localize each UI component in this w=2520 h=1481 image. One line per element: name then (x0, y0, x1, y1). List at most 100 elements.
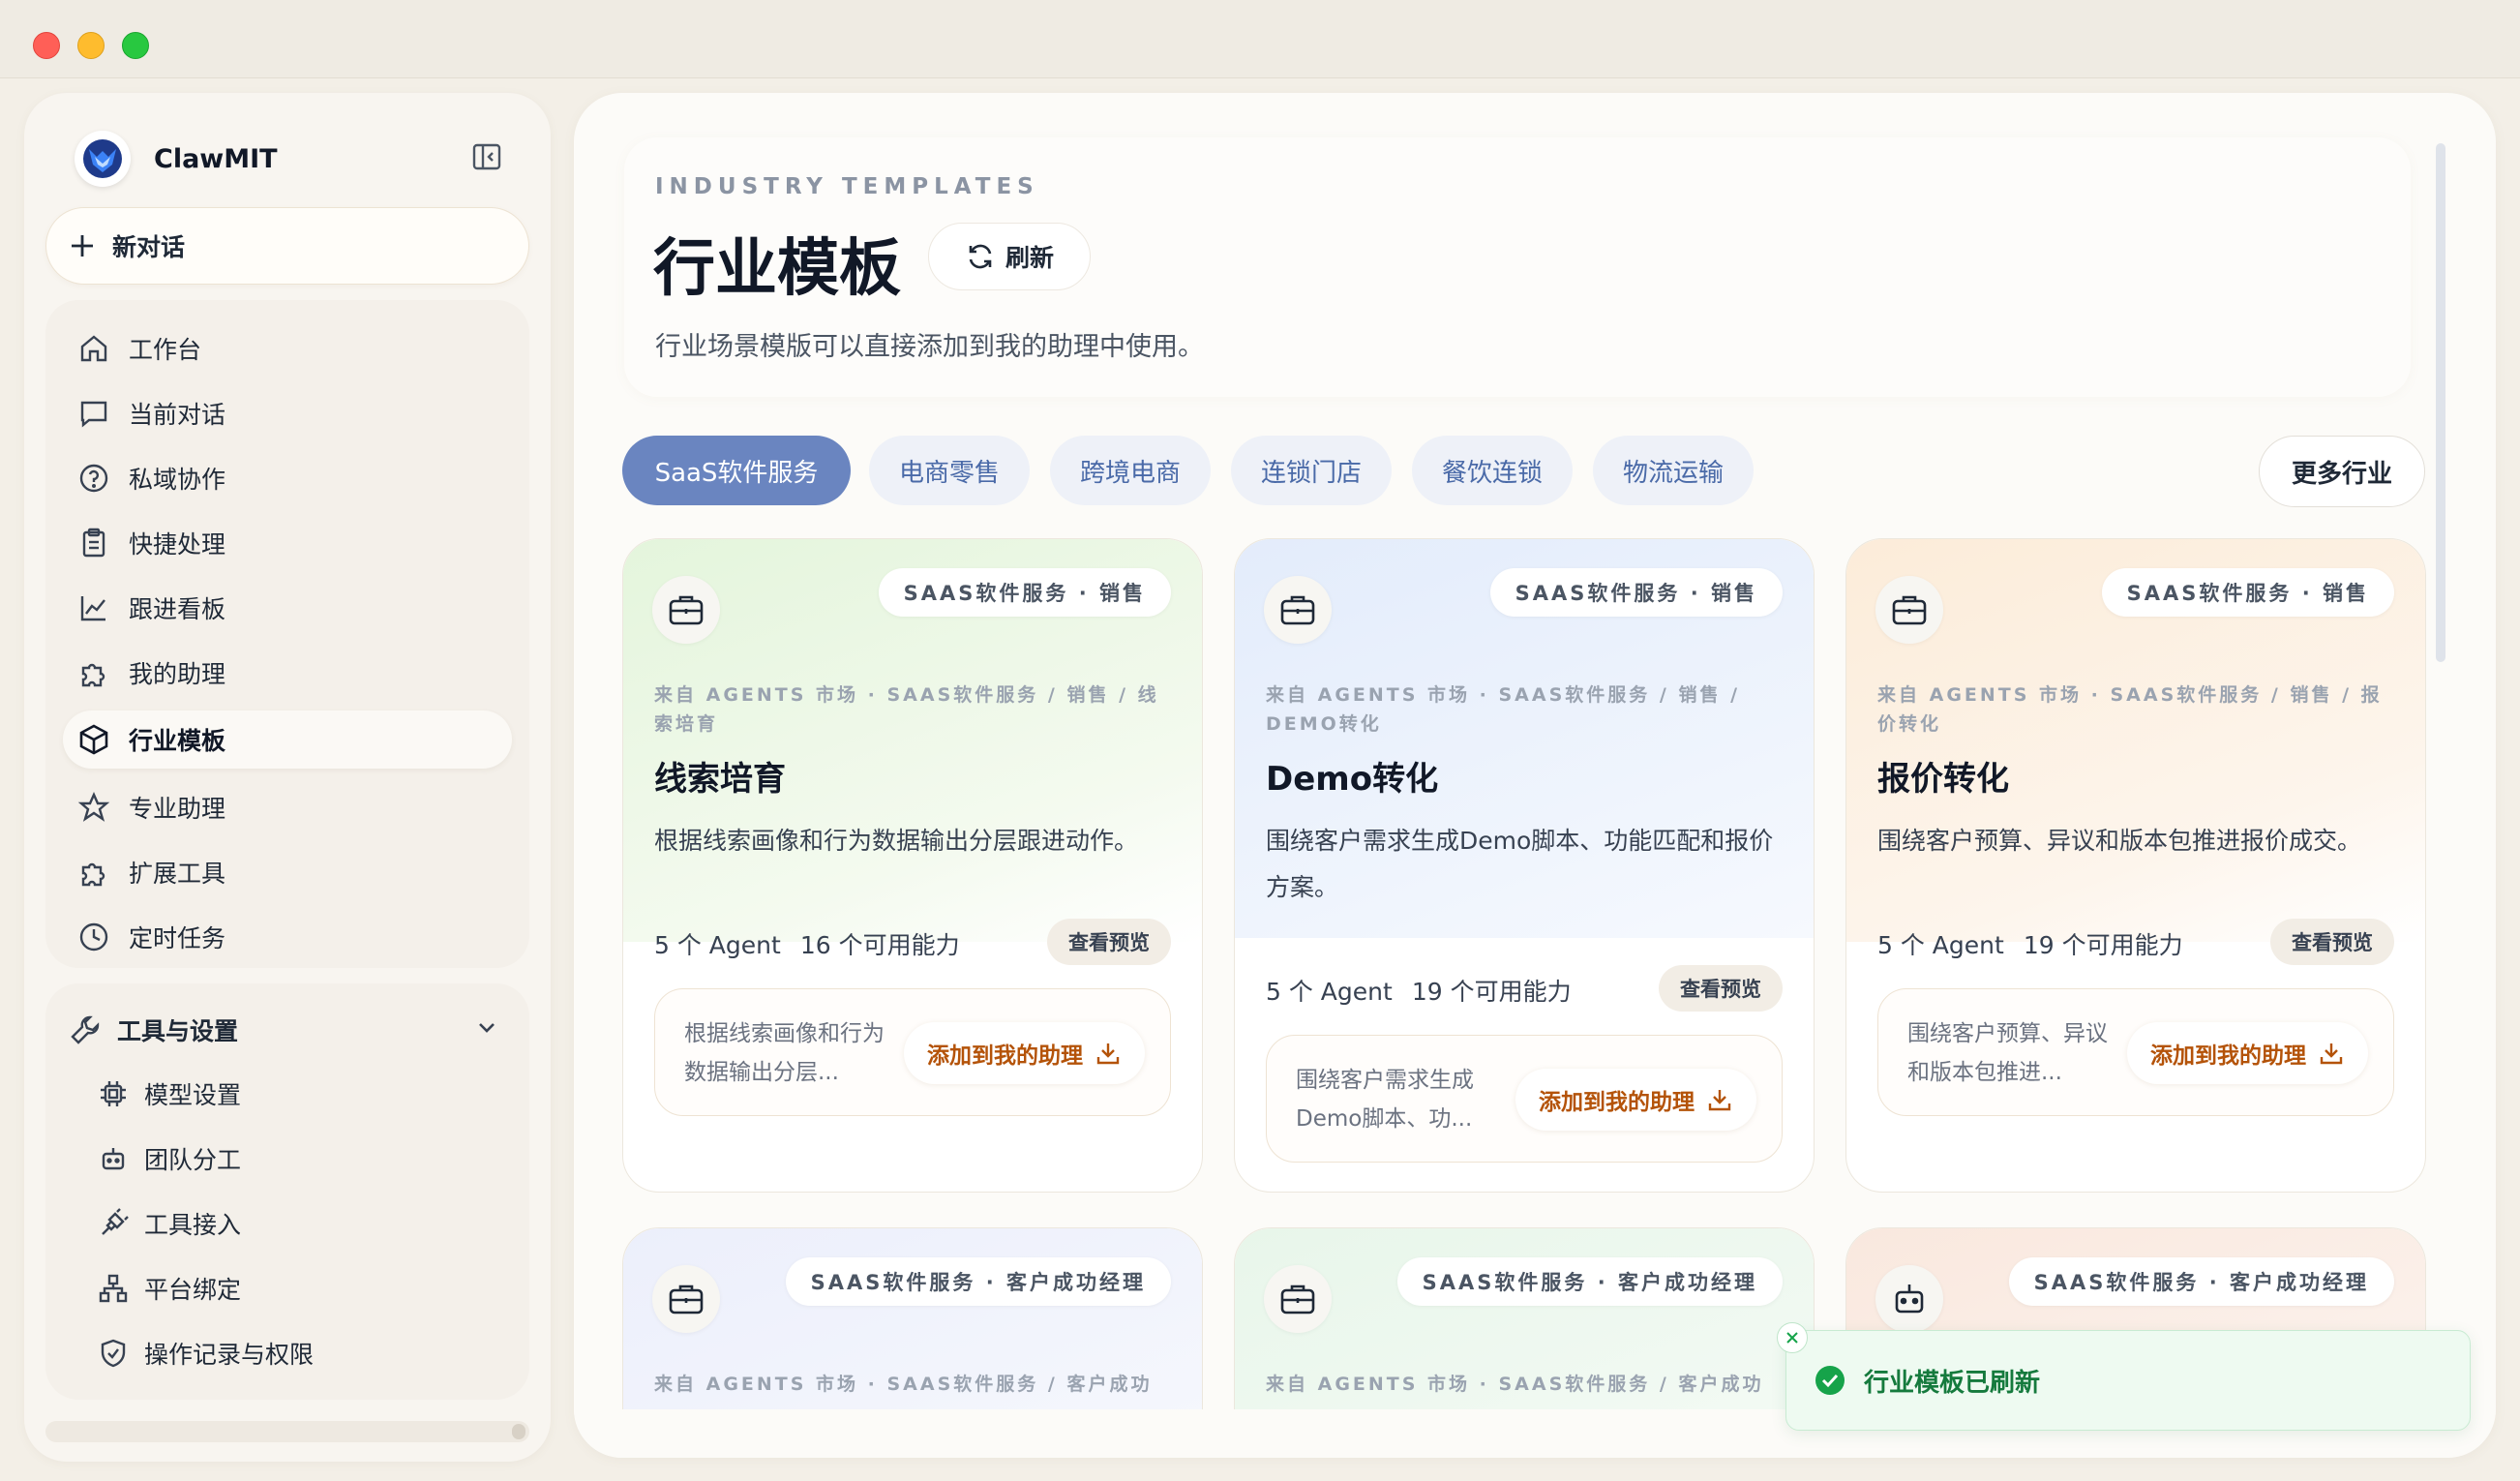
card-category-badge: SAAS软件服务 · 客户成功经理 (2008, 1257, 2394, 1306)
new-chat-button[interactable]: 新对话 (45, 207, 529, 285)
card-category-badge: SAAS软件服务 · 客户成功经理 (785, 1257, 1171, 1306)
home-icon (76, 331, 111, 366)
template-card[interactable]: SAAS软件服务 · 销售 来自 AGENTS 市场 · SAAS软件服务 / … (622, 538, 1203, 1193)
sidebar-item-follow-board[interactable]: 跟进看板 (63, 579, 512, 637)
minimize-window-button[interactable] (77, 32, 105, 59)
sidebar-item-team-division[interactable]: 团队分工 (98, 1132, 504, 1186)
add-to-assistant-button[interactable]: 添加到我的助理 (1515, 1069, 1756, 1131)
sidebar-item-label: 扩展工具 (129, 860, 226, 888)
card-source: 来自 AGENTS 市场 · SAAS软件服务 / 销售 / 报价转化 (1877, 684, 2383, 735)
view-preview-button[interactable]: 查看预览 (2270, 919, 2394, 965)
cube-icon (76, 722, 111, 757)
tab-chain-stores[interactable]: 连锁门店 (1231, 436, 1392, 505)
sidebar-item-quick-process[interactable]: 快捷处理 (63, 514, 512, 572)
ability-count: 19 个可用能力 (1411, 978, 1572, 1006)
chip-icon (101, 1081, 126, 1106)
chevron-down-icon (479, 1023, 495, 1033)
view-preview-button[interactable]: 查看预览 (1047, 919, 1171, 965)
sidebar-item-my-assistant[interactable]: 我的助理 (63, 644, 512, 702)
brand: ClawMIT (75, 128, 278, 190)
card-title: Demo转化 (1266, 760, 1439, 799)
clipboard-icon (76, 526, 111, 560)
briefcase-icon (1264, 1265, 1332, 1333)
close-window-button[interactable] (33, 32, 60, 59)
close-icon (1786, 1332, 1798, 1344)
briefcase-icon (1875, 576, 1943, 644)
nav-panel: 工作台 当前对话 私域协作 快捷处理 跟进看板 我的助理 行业模板 专业助理 扩… (45, 300, 529, 968)
sidebar-item-industry-templates[interactable]: 行业模板 (63, 710, 512, 769)
tab-ecommerce-retail[interactable]: 电商零售 (869, 436, 1030, 505)
refresh-button[interactable]: 刷新 (928, 223, 1091, 290)
chart-line-icon (76, 590, 111, 625)
sidebar-scrollbar[interactable] (45, 1421, 529, 1442)
sidebar-item-pro-assistant[interactable]: 专业助理 (63, 778, 512, 836)
add-to-assistant-button[interactable]: 添加到我的助理 (2127, 1022, 2368, 1084)
collapse-sidebar-button[interactable] (465, 136, 508, 178)
card-category-badge: SAAS软件服务 · 销售 (2101, 568, 2394, 617)
sidebar-item-platform-binding[interactable]: 平台绑定 (98, 1261, 504, 1315)
tab-logistics[interactable]: 物流运输 (1593, 436, 1754, 505)
tab-cross-border[interactable]: 跨境电商 (1050, 436, 1211, 505)
card-category-badge: SAAS软件服务 · 销售 (1489, 568, 1783, 617)
card-description: 围绕客户需求生成Demo脚本、功能匹配和报价方案。 (1266, 827, 1774, 901)
wrench-icon (71, 1015, 100, 1044)
add-to-assistant-label: 添加到我的助理 (1539, 1090, 1695, 1115)
sidebar-item-label: 跟进看板 (129, 595, 226, 623)
card-source: 来自 AGENTS 市场 · SAAS软件服务 / 销售 / DEMO转化 (1266, 684, 1741, 735)
sidebar-item-private-collab[interactable]: 私域协作 (63, 449, 512, 507)
toast-close-button[interactable] (1777, 1322, 1808, 1353)
sidebar-item-label: 当前对话 (129, 401, 226, 429)
view-preview-button[interactable]: 查看预览 (1659, 965, 1783, 1012)
sidebar-item-workbench[interactable]: 工作台 (63, 319, 512, 378)
card-meta: 5 个 Agent 19 个可用能力 (1877, 926, 2183, 961)
sidebar: ClawMIT 新对话 工作台 当前对话 私域协作 快捷处理 跟进看板 我的助理… (24, 93, 551, 1462)
star-icon (76, 790, 111, 825)
tools-settings-toggle[interactable]: 工具与设置 (69, 1003, 510, 1057)
card-action-box: 围绕客户需求生成Demo脚本、功... 添加到我的助理 (1266, 1035, 1783, 1163)
chat-icon (76, 396, 111, 431)
sidebar-item-label: 专业助理 (129, 795, 226, 823)
agent-count: 5 个 Agent (1877, 931, 2004, 959)
main-scrollbar-thumb[interactable] (2436, 143, 2445, 662)
more-industries-button[interactable]: 更多行业 (2259, 436, 2425, 507)
sidebar-item-label: 工作台 (129, 336, 202, 364)
card-title: 线索培育 (654, 760, 786, 799)
sidebar-item-label: 定时任务 (129, 924, 226, 952)
sidebar-collapse-icon (472, 143, 501, 170)
sidebar-item-model-settings[interactable]: 模型设置 (98, 1067, 504, 1121)
add-to-assistant-button[interactable]: 添加到我的助理 (904, 1022, 1145, 1084)
card-meta: 5 个 Agent 16 个可用能力 (654, 926, 960, 961)
ability-count: 19 个可用能力 (2023, 931, 2183, 959)
template-card[interactable]: SAAS软件服务 · 销售 来自 AGENTS 市场 · SAAS软件服务 / … (1234, 538, 1815, 1193)
sidebar-item-label: 私域协作 (129, 466, 226, 494)
card-source: 来自 AGENTS 市场 · SAAS软件服务 / 客户成功 (654, 1374, 1153, 1395)
sidebar-scrollbar-thumb[interactable] (512, 1424, 525, 1439)
zoom-window-button[interactable] (122, 32, 149, 59)
new-chat-label: 新对话 (112, 233, 186, 261)
sidebar-item-scheduled-tasks[interactable]: 定时任务 (63, 908, 512, 966)
robot-icon (1875, 1265, 1943, 1333)
download-icon (1708, 1090, 1731, 1111)
page-title: 行业模板 (653, 233, 901, 305)
sidebar-item-label: 我的助理 (129, 660, 226, 688)
sidebar-item-current-chat[interactable]: 当前对话 (63, 384, 512, 442)
briefcase-icon (1264, 576, 1332, 644)
ability-count: 16 个可用能力 (799, 931, 960, 959)
agent-count: 5 个 Agent (654, 931, 781, 959)
sidebar-item-tool-access[interactable]: 工具接入 (98, 1196, 504, 1251)
sidebar-item-label: 团队分工 (144, 1146, 242, 1174)
sidebar-item-audit-permissions[interactable]: 操作记录与权限 (98, 1326, 504, 1380)
sidebar-item-extensions[interactable]: 扩展工具 (63, 843, 512, 901)
tab-saas[interactable]: SaaS软件服务 (622, 436, 851, 505)
tab-restaurant-chain[interactable]: 餐饮连锁 (1412, 436, 1573, 505)
template-card[interactable]: SAAS软件服务 · 销售 来自 AGENTS 市场 · SAAS软件服务 / … (1845, 538, 2426, 1193)
tools-settings-panel: 工具与设置 模型设置 团队分工 工具接入 平台绑定 操作记录与权限 (45, 983, 529, 1400)
plug-icon (102, 1208, 129, 1235)
toast-notification: 行业模板已刷新 (1785, 1330, 2471, 1431)
add-to-assistant-label: 添加到我的助理 (2150, 1043, 2306, 1069)
add-to-assistant-label: 添加到我的助理 (927, 1043, 1083, 1069)
card-source: 来自 AGENTS 市场 · SAAS软件服务 / 销售 / 线索培育 (654, 684, 1159, 735)
page-eyebrow: INDUSTRY TEMPLATES (655, 174, 1039, 199)
clock-icon (76, 920, 111, 954)
card-title: 报价转化 (1877, 760, 2009, 799)
